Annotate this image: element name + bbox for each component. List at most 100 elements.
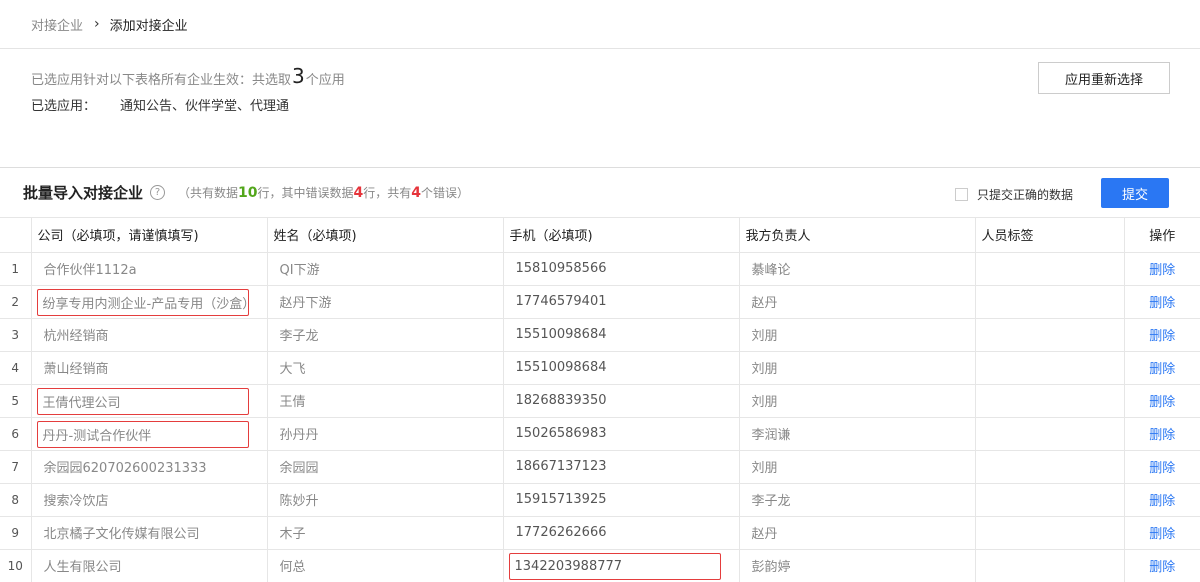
col-index [0,218,32,253]
delete-row-link[interactable]: 删除 [1149,362,1175,377]
cell-company: 余园园620702600231333 [31,450,268,484]
cell-company: 合作伙伴1112a [31,252,268,286]
cell-company-error-field[interactable]: 纷享专用内测企业-产品专用（沙盒） [36,288,249,316]
breadcrumb-current: 添加对接企业 [109,18,188,34]
cell-phone-text: 15510098684 [515,327,607,342]
cell-name: 木子 [267,516,504,550]
cell-owner-text: 綦峰论 [751,263,791,278]
apps-scope-prefix: 已选应用针对以下表格所有企业生效：共选取 [31,72,292,88]
cell-name-text: 王倩 [279,395,306,410]
table-row: 4 萧山经销商 大飞 15510098684 刘朋 删除 [0,351,1200,385]
cell-phone-text: 17746579401 [515,294,607,309]
row-index: 1 [0,252,32,286]
breadcrumb-parent-link[interactable]: 对接企业 [31,15,83,34]
cell-owner: 赵丹 [739,285,976,319]
apps-count: 3 [292,64,305,88]
cell-name-text: 陈妙升 [279,494,319,509]
table-row: 3 杭州经销商 李子龙 15510098684 刘朋 删除 [0,318,1200,352]
delete-row-link[interactable]: 删除 [1149,560,1175,575]
stats-text: 行，其中错误数据 [257,186,354,200]
cell-name: 余园园 [267,450,504,484]
cell-owner-text: 李润谦 [751,428,791,443]
delete-row-link[interactable]: 删除 [1149,494,1175,509]
cell-owner: 刘朋 [739,384,976,418]
cell-phone: 15810958566 [503,252,740,286]
cell-company: 北京橘子文化传媒有限公司 [31,516,268,550]
cell-name-text: 何总 [279,560,306,575]
cell-phone-error-field[interactable]: 1342203988777 [508,552,721,580]
cell-company[interactable]: 丹丹-测试合作伙伴 [31,417,268,451]
cell-phone-text: 15810958566 [515,261,607,276]
cell-owner: 刘朋 [739,351,976,385]
only-correct-toggle[interactable]: 只提交正确的数据 [955,186,1073,203]
stats-text: 个错误） [421,186,470,200]
apps-scope-suffix: 个应用 [305,72,345,88]
cell-phone[interactable]: 1342203988777 [503,549,740,582]
cell-company-error-field[interactable]: 王倩代理公司 [36,387,249,415]
cell-phone-text: 15915713925 [515,492,607,507]
cell-phone: 15510098684 [503,318,740,352]
cell-phone: 18667137123 [503,450,740,484]
row-index: 3 [0,318,32,352]
table-row: 8 搜索冷饮店 陈妙升 15915713925 李子龙 删除 [0,483,1200,517]
cell-action: 删除 [1124,450,1200,484]
cell-company: 萧山经销商 [31,351,268,385]
col-action: 操作 [1124,218,1200,253]
row-index: 6 [0,417,32,451]
table-row: 2 纷享专用内测企业-产品专用（沙盒） 赵丹下游 17746579401 赵丹 删除 [0,285,1200,319]
help-icon[interactable]: ? [150,185,166,200]
cell-tag [975,417,1125,451]
cell-company-text: 北京橘子文化传媒有限公司 [43,527,200,542]
cell-company[interactable]: 纷享专用内测企业-产品专用（沙盒） [31,285,268,319]
cell-owner-text: 赵丹 [751,527,778,542]
breadcrumb: 对接企业 › 添加对接企业 [0,0,1200,49]
cell-name: 大飞 [267,351,504,385]
delete-row-link[interactable]: 删除 [1149,329,1175,344]
delete-row-link[interactable]: 删除 [1149,395,1175,410]
import-table: 公司（必填项，请谨慎填写) 姓名（必填项) 手机（必填项) 我方负责人 人员标签… [0,218,1200,582]
delete-row-link[interactable]: 删除 [1149,527,1175,542]
cell-owner-text: 李子龙 [751,494,791,509]
cell-owner: 刘朋 [739,450,976,484]
cell-name-text: 赵丹下游 [279,296,332,311]
delete-row-link[interactable]: 删除 [1149,461,1175,476]
reselect-apps-button[interactable]: 应用重新选择 [1038,62,1170,94]
selected-apps-line: 已选应用： 通知公告、伙伴学堂、代理通 [31,95,345,114]
cell-owner: 李子龙 [739,483,976,517]
import-stats: （共有数据10行，其中错误数据4行，共有4个错误） [178,184,469,201]
cell-name: 赵丹下游 [267,285,504,319]
cell-name-text: 余园园 [279,461,319,476]
selected-apps-info: 已选应用针对以下表格所有企业生效：共选取 3 个应用 已选应用： 通知公告、伙伴… [31,64,345,114]
delete-row-link[interactable]: 删除 [1149,428,1175,443]
cell-company-text: 搜索冷饮店 [43,494,109,509]
cell-phone-text: 15026586983 [515,426,607,441]
stats-text: （共有数据 [178,186,239,200]
table-row: 1 合作伙伴1112a QI下游 15810958566 綦峰论 删除 [0,252,1200,286]
cell-tag [975,384,1125,418]
cell-phone: 17726262666 [503,516,740,550]
cell-company-error-field[interactable]: 丹丹-测试合作伙伴 [36,420,249,448]
cell-action: 删除 [1124,252,1200,286]
cell-company-text: 余园园620702600231333 [43,461,207,476]
delete-row-link[interactable]: 删除 [1149,296,1175,311]
cell-name: 孙丹丹 [267,417,504,451]
table-row: 9 北京橘子文化传媒有限公司 木子 17726262666 赵丹 删除 [0,516,1200,550]
cell-phone: 18268839350 [503,384,740,418]
cell-name-text: 大飞 [279,362,306,377]
col-owner: 我方负责人 [739,218,976,253]
chevron-right-icon: › [94,16,100,32]
only-correct-checkbox[interactable] [955,188,968,201]
cell-owner-text: 刘朋 [751,461,778,476]
col-phone: 手机（必填项) [503,218,740,253]
table-row: 10 人生有限公司 何总 1342203988777 彭韵婷 删除 [0,549,1200,582]
cell-company-text: 人生有限公司 [43,560,122,575]
error-count: 4 [411,185,422,201]
delete-row-link[interactable]: 删除 [1149,263,1175,278]
selected-apps-value: 通知公告、伙伴学堂、代理通 [120,99,290,114]
submit-button[interactable]: 提交 [1101,178,1169,208]
cell-phone-text: 17726262666 [515,525,607,540]
total-count: 10 [238,185,258,201]
table-row: 7 余园园620702600231333 余园园 18667137123 刘朋 删除 [0,450,1200,484]
cell-company[interactable]: 王倩代理公司 [31,384,268,418]
cell-name-text: 孙丹丹 [279,428,319,443]
